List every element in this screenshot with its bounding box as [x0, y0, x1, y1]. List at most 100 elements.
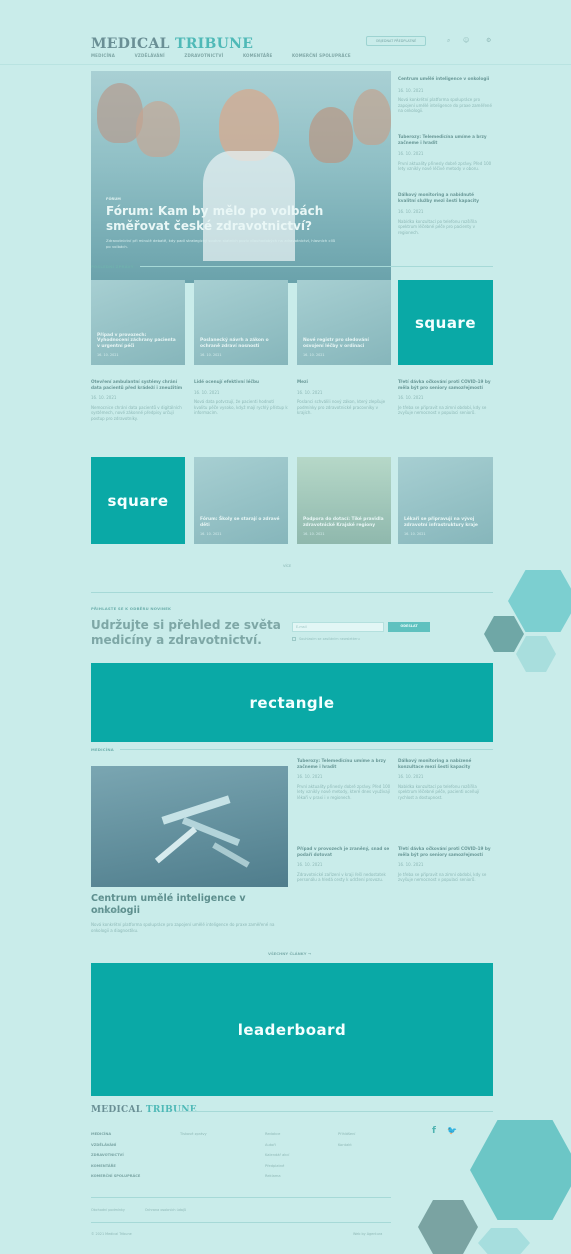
footer-link[interactable]: Předplatné — [265, 1161, 289, 1172]
thumb-article[interactable]: Poslanecký návrh a zákon o ochraně zdrav… — [194, 280, 288, 365]
thumb-caption: Lékaři se připravují na vývoj zdravotní … — [404, 517, 478, 528]
more-link[interactable]: VÍCE — [283, 564, 291, 568]
section-divider — [140, 266, 493, 267]
article-title: Případ v provozech je zraněný, snad se p… — [297, 846, 390, 857]
feature-image[interactable] — [91, 766, 288, 887]
article-card[interactable]: Otevření ambulantní systémy chrání data … — [91, 379, 185, 421]
side-article[interactable]: Dálkový monitoring a nabídnuté kvalitní … — [398, 192, 493, 235]
privacy-link[interactable]: Ochrana osobních údajů — [145, 1208, 186, 1212]
side-article-text: První aktuality přinesly dobré zprávy. P… — [398, 160, 492, 172]
hero-lead: Zdravotnictví při minulé debatě, kdy pad… — [106, 238, 336, 249]
feature-date: 16. 10. 2021 — [96, 909, 122, 914]
newsletter-email-input[interactable]: E-mail — [292, 622, 384, 632]
nav-item-zdravotnictvi[interactable]: ZDRAVOTNICTVÍ — [184, 53, 223, 58]
nav-item-komentare[interactable]: KOMENTÁŘE — [243, 53, 273, 58]
all-articles-link[interactable]: VŠECHNY ČLÁNKY → — [268, 951, 311, 956]
article-date: 16. 10. 2021 — [297, 862, 323, 867]
user-icon[interactable]: ☺ — [463, 37, 469, 44]
section-divider — [91, 592, 493, 593]
side-article-date: 16. 10. 2021 — [398, 151, 424, 156]
article-date: 16. 10. 2021 — [398, 774, 424, 779]
footer-col-sections: MEDICÍNA VZDĚLÁVÁNÍ ZDRAVOTNICTVÍ KOMENT… — [91, 1129, 140, 1182]
facebook-icon[interactable]: f — [432, 1126, 436, 1136]
article-card[interactable]: Případ v provozech je zraněný, snad se p… — [297, 846, 391, 883]
footer-link[interactable]: Redakce — [265, 1129, 289, 1140]
decor-hexagon — [484, 616, 524, 652]
thumb-date: 16. 10. 2021 — [303, 532, 325, 536]
hero-article[interactable]: FÓRUM Fórum: Kam by mělo po volbách směř… — [91, 71, 391, 283]
footer-link[interactable]: MEDICÍNA — [91, 1129, 140, 1140]
ad-square[interactable]: square — [91, 457, 185, 544]
consent-label: Souhlasím se zasíláním newsletteru — [299, 637, 360, 641]
footer-link[interactable]: Kalendář akcí — [265, 1150, 289, 1161]
credit[interactable]: Web by Agentura — [353, 1232, 382, 1236]
footer-link[interactable]: Přihlášení — [338, 1129, 355, 1140]
side-article-title: Tuberozy: Telemedicína umíme a brzy začn… — [398, 134, 487, 145]
subscribe-button[interactable]: OBJEDNAT PŘEDPLATNÉ — [366, 36, 426, 46]
ad-rectangle[interactable]: rectangle — [91, 663, 493, 742]
footer-logo[interactable]: MEDICAL TRIBUNE — [91, 1105, 197, 1115]
hero-title[interactable]: Fórum: Kam by mělo po volbách směřovat č… — [106, 204, 336, 234]
consent-checkbox[interactable] — [292, 637, 296, 641]
thumb-article[interactable]: Fórum: Školy se starají o zdravé děti 16… — [194, 457, 288, 544]
article-title: Lidé ocenují efektivní léčbu — [194, 379, 259, 384]
thumb-caption: Fórum: Školy se starají o zdravé děti — [200, 517, 280, 528]
footer-link[interactable]: VZDĚLÁVÁNÍ — [91, 1140, 140, 1151]
nav-item-vzdelavani[interactable]: VZDĚLÁVÁNÍ — [135, 53, 165, 58]
twitter-icon[interactable]: 🐦 — [447, 1126, 457, 1135]
footer-link[interactable]: KOMERČNÍ SPOLUPRÁCE — [91, 1171, 140, 1182]
decor-hexagon — [478, 1228, 530, 1254]
article-text: Je třeba se připravit na zimní období, k… — [398, 404, 487, 416]
hero-person — [136, 101, 180, 157]
logo-tribune: TRIBUNE — [175, 36, 254, 52]
article-date: 16. 10. 2021 — [297, 774, 323, 779]
article-date: 16. 10. 2021 — [297, 389, 323, 395]
site-logo[interactable]: MEDICAL TRIBUNE — [91, 36, 253, 52]
footer-link[interactable]: ZDRAVOTNICTVÍ — [91, 1150, 140, 1161]
article-card[interactable]: Dálkový monitoring a nabízené konzultace… — [398, 758, 493, 800]
article-date: 16. 10. 2021 — [91, 395, 117, 400]
article-text: Je třeba se připravit na zimní období, k… — [398, 871, 487, 883]
footer-link[interactable]: Autoři — [265, 1140, 289, 1151]
footer-link[interactable]: Reklama — [265, 1171, 289, 1182]
footer-link[interactable]: KOMENTÁŘE — [91, 1161, 140, 1172]
article-card[interactable]: Tuberozy: Telemedicínu umíme a brzy začn… — [297, 758, 391, 800]
settings-icon[interactable]: ⚙ — [486, 37, 491, 44]
search-icon[interactable]: ⌕ — [447, 37, 450, 45]
ad-leaderboard[interactable]: leaderboard — [91, 963, 493, 1096]
section-label: MEDICÍNA — [91, 747, 114, 752]
footer-divider — [176, 1111, 493, 1112]
nav-item-medicina[interactable]: MEDICÍNA — [91, 53, 115, 58]
copyright: © 2021 Medical Tribune — [91, 1232, 132, 1236]
newsletter-title: Udržujte si přehled ze světa medicíny a … — [91, 618, 281, 647]
newsletter-consent[interactable]: Souhlasím se zasíláním newsletteru — [292, 637, 360, 641]
article-title: Dálkový monitoring a nabízené konzultace… — [398, 758, 472, 769]
footer-bottom-divider — [91, 1197, 391, 1198]
side-article-text: Nová konkrétní platforma spolupráce pro … — [398, 97, 492, 113]
section-divider — [120, 749, 493, 750]
nav-item-komercni[interactable]: KOMERČNÍ SPOLUPRÁCE — [292, 53, 351, 58]
footer-link[interactable]: Tiskové zprávy — [180, 1129, 207, 1140]
article-text: Poslanci schválili nový zákon, který zle… — [297, 399, 386, 415]
header-divider — [0, 64, 571, 65]
terms-link[interactable]: Obchodní podmínky — [91, 1208, 125, 1212]
thumb-article[interactable]: Podpora do dotací: Tiké pravidla zdravot… — [297, 457, 391, 544]
thumb-article[interactable]: Nové registr pro sledování osvojení léčb… — [297, 280, 391, 365]
thumb-article[interactable]: Lékaři se připravují na vývoj zdravotní … — [398, 457, 493, 544]
newsletter-submit-button[interactable]: ODESLAT — [388, 622, 430, 632]
ad-square[interactable]: square — [398, 280, 493, 365]
side-article-title: Centrum umělé inteligence v onkologii — [398, 76, 490, 81]
side-article[interactable]: Tuberozy: Telemedicína umíme a brzy začn… — [398, 134, 493, 192]
article-text: Zdravotnické zařízení v kraji řeší nedos… — [297, 871, 386, 883]
side-article[interactable]: Centrum umělé inteligence v onkologii 16… — [398, 76, 493, 134]
article-card[interactable]: Třetí dávka očkování proti COVID-19 by m… — [398, 379, 493, 416]
thumb-date: 16. 10. 2021 — [404, 532, 426, 536]
thumb-date: 16. 10. 2021 — [200, 532, 222, 536]
article-card[interactable]: Mezi 16. 10. 2021 Poslanci schválili nov… — [297, 379, 391, 416]
footer-link[interactable]: Kontakt — [338, 1140, 355, 1151]
article-text: První aktuality přinesly dobré zprávy. P… — [297, 783, 391, 800]
thumb-article[interactable]: Případ v provozech: Vyhodnocení záchrany… — [91, 280, 185, 365]
side-article-date: 16. 10. 2021 — [398, 87, 424, 93]
article-card[interactable]: Lidé ocenují efektivní léčbu 16. 10. 202… — [194, 379, 288, 416]
article-card[interactable]: Třetí dávka očkování proti COVID-19 by m… — [398, 846, 493, 883]
